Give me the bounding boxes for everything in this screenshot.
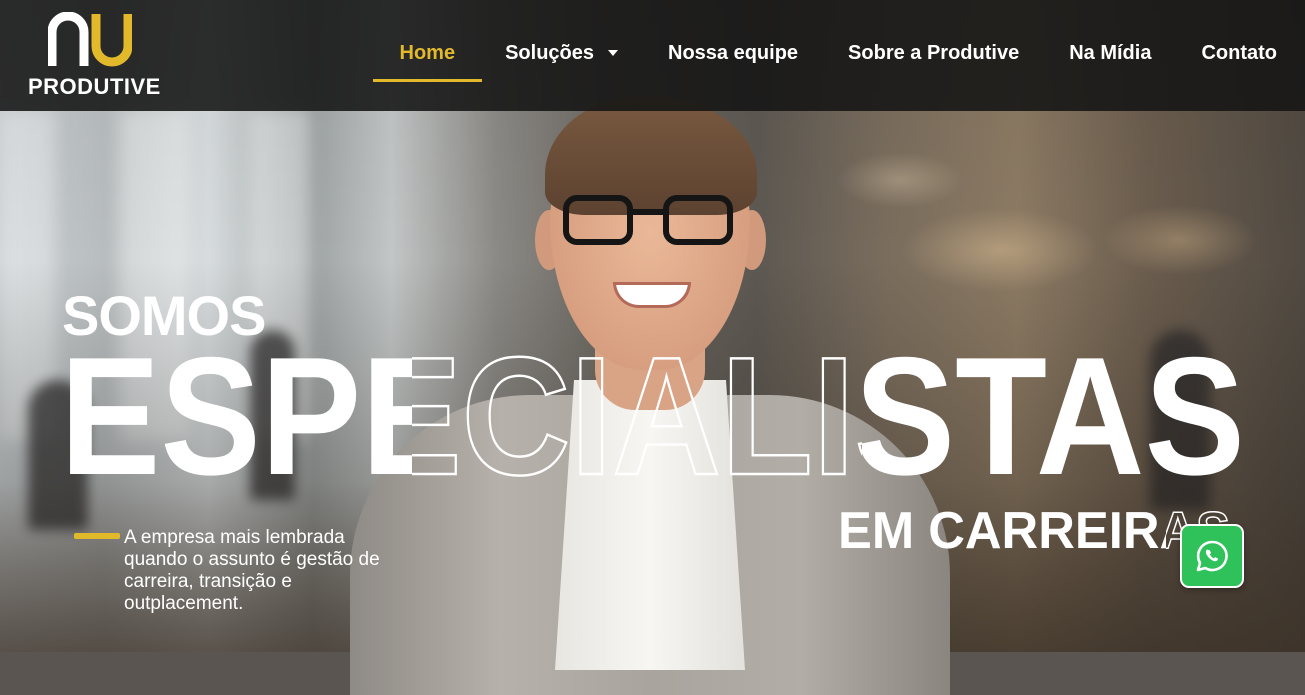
nav-item-label: Sobre a Produtive xyxy=(848,41,1020,64)
glasses-bridge xyxy=(631,209,665,215)
person-glasses xyxy=(563,195,738,249)
whatsapp-icon xyxy=(1196,540,1228,572)
nav-item-sobre[interactable]: Sobre a Produtive xyxy=(823,26,1044,86)
glasses-lens xyxy=(563,195,633,245)
nav-item-label: Home xyxy=(399,41,456,64)
hero-tagline: A empresa mais lembrada quando o assunto… xyxy=(124,527,380,614)
site-header: PRODUTIVE Home Soluções Nossa equipe Sob… xyxy=(0,0,1305,111)
especialistas-graphic: ESPECIALISTAS ESPECIALISTAS ESPECIALISTA… xyxy=(60,334,1245,494)
hero-line-especialistas: ESPECIALISTAS ESPECIALISTAS ESPECIALISTA… xyxy=(60,334,1260,494)
brand-logo[interactable]: PRODUTIVE xyxy=(28,12,161,102)
hero-line-em-carreiras: EM CARREIRAS EM CARREIRAS xyxy=(838,498,1238,560)
nav-item-home[interactable]: Home xyxy=(372,26,482,86)
em-carreiras-graphic: EM CARREIRAS EM CARREIRAS xyxy=(838,501,1231,560)
glasses-lens xyxy=(663,195,733,245)
nu-logo-icon xyxy=(48,12,132,67)
nav-item-label: Contato xyxy=(1201,41,1277,64)
nav-item-label: Soluções xyxy=(505,41,594,64)
tagline-accent-bar xyxy=(74,533,120,539)
nav-item-label: Na Mídia xyxy=(1069,41,1152,64)
nav-item-label: Nossa equipe xyxy=(668,41,799,64)
nav-item-contato[interactable]: Contato xyxy=(1176,26,1277,86)
window-light xyxy=(0,110,55,440)
nav-item-nossa-equipe[interactable]: Nossa equipe xyxy=(643,26,823,86)
caret-down-icon xyxy=(608,50,618,57)
nav-item-na-midia[interactable]: Na Mídia xyxy=(1044,26,1176,86)
main-nav: Home Soluções Nossa equipe Sobre a Produ… xyxy=(372,0,1277,111)
whatsapp-button[interactable] xyxy=(1180,524,1244,588)
nav-item-solucoes[interactable]: Soluções xyxy=(480,26,643,86)
brand-name: PRODUTIVE xyxy=(28,74,161,99)
